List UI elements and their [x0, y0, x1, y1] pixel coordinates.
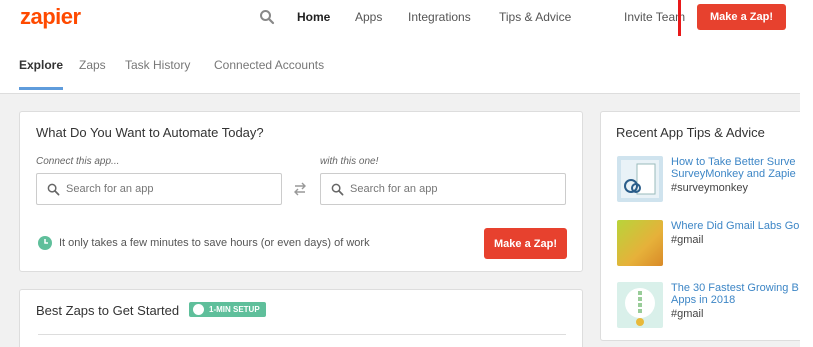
trigger-app-search-input[interactable]: Search for an app: [36, 173, 282, 205]
active-tab-indicator: [19, 87, 63, 90]
tab-task-history[interactable]: Task History: [125, 58, 190, 72]
gmail-labs-thumbnail: [617, 220, 663, 266]
tip-tag[interactable]: #gmail: [671, 308, 703, 320]
tab-connected-accounts[interactable]: Connected Accounts: [214, 58, 324, 72]
tip-link-line-1[interactable]: Where Did Gmail Labs Go: [671, 220, 799, 232]
search-placeholder: Search for an app: [350, 183, 438, 195]
zapier-logo[interactable]: zapier: [20, 4, 81, 30]
one-min-setup-badge: 1-MIN SETUP: [189, 302, 266, 317]
tip-link-line-1[interactable]: How to Take Better Surve: [671, 156, 796, 168]
nav-home[interactable]: Home: [297, 10, 330, 24]
time-saving-tip: It only takes a few minutes to save hour…: [59, 237, 370, 249]
search-icon: [47, 183, 60, 196]
search-placeholder: Search for an app: [66, 183, 154, 195]
tips-title: Recent App Tips & Advice: [616, 125, 765, 140]
invite-team-link[interactable]: Invite Team: [624, 10, 685, 24]
app-tips-card: Recent App Tips & Advice How to Take Bet…: [600, 111, 810, 341]
nav-tips-advice[interactable]: Tips & Advice: [499, 10, 571, 24]
connect-app-label: Connect this app...: [36, 156, 120, 167]
tip-link-line-2[interactable]: Apps in 2018: [671, 294, 735, 306]
swap-arrows-icon: [294, 182, 306, 196]
automate-card: What Do You Want to Automate Today? Conn…: [19, 111, 583, 272]
tab-explore[interactable]: Explore: [19, 58, 63, 72]
action-app-search-input[interactable]: Search for an app: [320, 173, 566, 205]
tip-tag[interactable]: #gmail: [671, 234, 703, 246]
search-icon[interactable]: [259, 9, 275, 25]
divider: [38, 334, 566, 335]
make-a-zap-card-button[interactable]: Make a Zap!: [484, 228, 567, 259]
badge-label: 1-MIN SETUP: [209, 305, 260, 314]
tip-link-line-2[interactable]: SurveyMonkey and Zapie: [671, 168, 796, 180]
tip-tag[interactable]: #surveymonkey: [671, 182, 748, 194]
tab-zaps[interactable]: Zaps: [79, 58, 106, 72]
tip-link-line-1[interactable]: The 30 Fastest Growing B: [671, 282, 799, 294]
nav-apps[interactable]: Apps: [355, 10, 382, 24]
clock-icon: [193, 304, 204, 315]
best-zaps-title: Best Zaps to Get Started: [36, 303, 180, 318]
with-app-label: with this one!: [320, 156, 379, 167]
top-nav: zapier Home Apps Integrations Tips & Adv…: [0, 0, 813, 42]
fastest-growing-apps-thumbnail: [617, 282, 663, 328]
best-zaps-card: Best Zaps to Get Started 1-MIN SETUP: [19, 289, 583, 347]
nav-integrations[interactable]: Integrations: [408, 10, 471, 24]
right-margin: [800, 0, 813, 347]
clock-icon: [38, 236, 52, 250]
search-icon: [331, 183, 344, 196]
automate-title: What Do You Want to Automate Today?: [36, 125, 264, 140]
surveymonkey-thumbnail: [617, 156, 663, 202]
sub-nav: Explore Zaps Task History Connected Acco…: [0, 36, 800, 94]
